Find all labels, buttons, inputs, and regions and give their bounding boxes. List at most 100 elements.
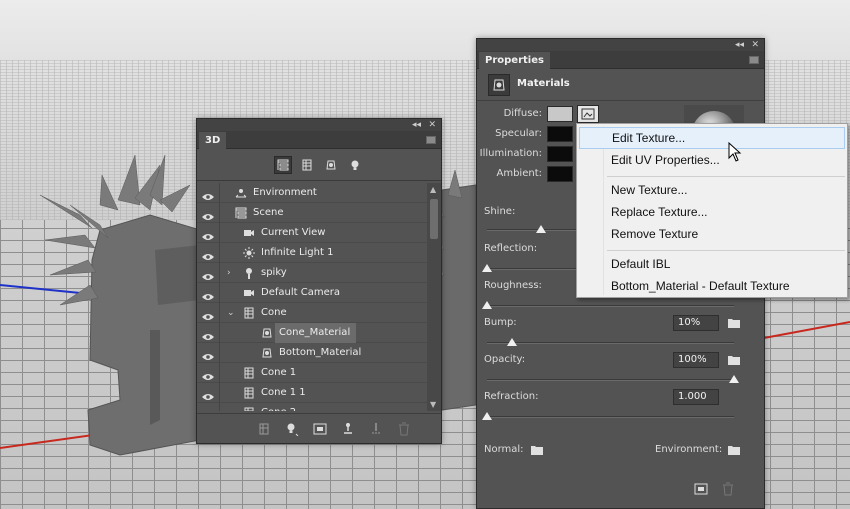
normal-folder-icon[interactable] (531, 445, 543, 455)
close-icon[interactable]: ✕ (751, 39, 759, 51)
filter-lights-icon[interactable] (346, 156, 364, 174)
bump-slider-thumb[interactable] (506, 338, 517, 346)
diffuse-color-swatch[interactable] (547, 106, 573, 122)
new-object-icon[interactable] (367, 420, 385, 438)
bump-slider[interactable] (487, 342, 734, 344)
collapse-icon[interactable]: ◂◂ (412, 119, 421, 131)
layer-row[interactable]: ⌄ Cone (197, 303, 427, 323)
filter-bar (197, 149, 441, 181)
bump-field[interactable]: 10% (673, 315, 719, 331)
menu-item-new-texture[interactable]: New Texture... (579, 179, 845, 201)
visibility-eye-icon[interactable] (202, 349, 214, 360)
menu-item-default-ibl[interactable]: Default IBL (579, 253, 845, 275)
expand-toggle-icon[interactable]: ⌄ (227, 303, 235, 323)
visibility-eye-icon[interactable] (202, 329, 214, 340)
close-icon[interactable]: ✕ (428, 119, 436, 131)
refraction-slider-thumb[interactable] (482, 412, 492, 420)
opacity-slider-thumb[interactable] (729, 375, 739, 383)
environment-icon (235, 187, 247, 199)
panel-menu-icon[interactable] (426, 136, 436, 144)
ground-plane-icon[interactable] (339, 420, 357, 438)
render-icon[interactable] (694, 482, 710, 498)
specular-color-swatch[interactable] (547, 126, 573, 142)
group-icon (243, 267, 255, 279)
add-mesh-icon[interactable] (255, 420, 273, 438)
visibility-eye-icon[interactable] (202, 209, 214, 220)
layer-label: Current View (261, 227, 326, 238)
row-divider (219, 303, 220, 323)
scroll-down-icon[interactable]: ▼ (430, 400, 436, 409)
visibility-eye-icon[interactable] (202, 229, 214, 240)
visibility-eye-icon[interactable] (202, 389, 214, 400)
collapse-icon[interactable]: ◂◂ (735, 39, 744, 51)
illumination-color-swatch[interactable] (547, 146, 573, 162)
visibility-eye-icon[interactable] (202, 309, 214, 320)
visibility-eye-icon[interactable] (202, 409, 214, 411)
expand-toggle-icon[interactable]: › (227, 263, 231, 283)
roughness-slider[interactable] (487, 305, 734, 307)
trash-icon[interactable] (722, 482, 738, 498)
layer-row[interactable]: Infinite Light 1 (197, 243, 427, 263)
menu-item-bottom-material-default-texture[interactable]: Bottom_Material - Default Texture (579, 275, 845, 297)
scene-layer-list[interactable]: Environment Scene Current View Infinite Lig… (197, 183, 427, 411)
menu-item-edit-texture[interactable]: Edit Texture... (579, 127, 845, 149)
layer-row[interactable]: Scene (197, 203, 427, 223)
panel-drag-strip[interactable]: ◂◂ ✕ (197, 119, 441, 131)
render-icon[interactable] (311, 420, 329, 438)
layer-row[interactable]: Bottom_Material (197, 343, 427, 363)
scroll-up-icon[interactable]: ▲ (430, 185, 436, 194)
visibility-eye-icon[interactable] (202, 369, 214, 380)
layer-row[interactable]: Cone 1 1 (197, 383, 427, 403)
shine-label: Shine: (484, 206, 516, 217)
diffuse-texture-icon[interactable] (577, 105, 599, 123)
menu-item-edit-uv-properties[interactable]: Edit UV Properties... (579, 149, 845, 171)
layer-label: Infinite Light 1 (261, 247, 334, 258)
visibility-eye-icon[interactable] (202, 189, 214, 200)
opacity-folder-icon[interactable] (728, 355, 740, 365)
add-light-icon[interactable] (283, 420, 301, 438)
roughness-slider-thumb[interactable] (482, 301, 492, 309)
refraction-field[interactable]: 1.000 (673, 389, 719, 405)
ambient-label: Ambient: (496, 168, 543, 179)
filter-meshes-icon[interactable] (298, 156, 316, 174)
mesh-icon (243, 367, 255, 379)
layer-row[interactable]: Cone 2 (197, 403, 427, 411)
row-divider (219, 343, 220, 363)
visibility-eye-icon[interactable] (202, 289, 214, 300)
roughness-label: Roughness: (484, 280, 542, 291)
refraction-slider[interactable] (487, 416, 734, 418)
layer-row[interactable]: Default Camera (197, 283, 427, 303)
panel-menu-icon[interactable] (749, 56, 759, 64)
filter-materials-icon[interactable] (322, 156, 340, 174)
layer-row[interactable]: Cone 1 (197, 363, 427, 383)
layer-row[interactable]: Current View (197, 223, 427, 243)
materials-icon (488, 74, 510, 96)
shine-slider-thumb[interactable] (536, 225, 547, 233)
ambient-color-swatch[interactable] (547, 166, 573, 182)
visibility-eye-icon[interactable] (202, 249, 214, 260)
tab-properties[interactable]: Properties (479, 52, 550, 69)
layer-row[interactable]: Environment (197, 183, 427, 203)
scroll-thumb[interactable] (430, 199, 438, 239)
3d-panel-toolbar (197, 413, 441, 443)
visibility-eye-icon[interactable] (202, 269, 214, 280)
tab-3d[interactable]: 3D (199, 132, 227, 149)
layer-label: Environment (253, 187, 317, 198)
panel-drag-strip[interactable]: ◂◂ ✕ (477, 39, 764, 51)
filter-whole-scene-icon[interactable] (274, 155, 292, 174)
opacity-label: Opacity: (484, 354, 526, 365)
menu-item-remove-texture[interactable]: Remove Texture (579, 223, 845, 245)
3d-panel: ◂◂ ✕ 3D Environment Scene Current View Infi… (196, 118, 442, 444)
layer-row[interactable]: Cone_Material (197, 323, 427, 343)
menu-item-replace-texture[interactable]: Replace Texture... (579, 201, 845, 223)
camera-icon (243, 227, 255, 239)
environment-folder-icon[interactable] (728, 445, 740, 455)
layer-scrollbar[interactable]: ▲ ▼ (427, 183, 441, 411)
reflection-slider-thumb[interactable] (482, 264, 492, 272)
opacity-field[interactable]: 100% (673, 352, 719, 368)
trash-icon[interactable] (395, 420, 413, 438)
layer-row[interactable]: › spiky (197, 263, 427, 283)
bump-folder-icon[interactable] (728, 318, 740, 328)
light-icon (243, 247, 255, 259)
opacity-slider[interactable] (487, 379, 734, 381)
